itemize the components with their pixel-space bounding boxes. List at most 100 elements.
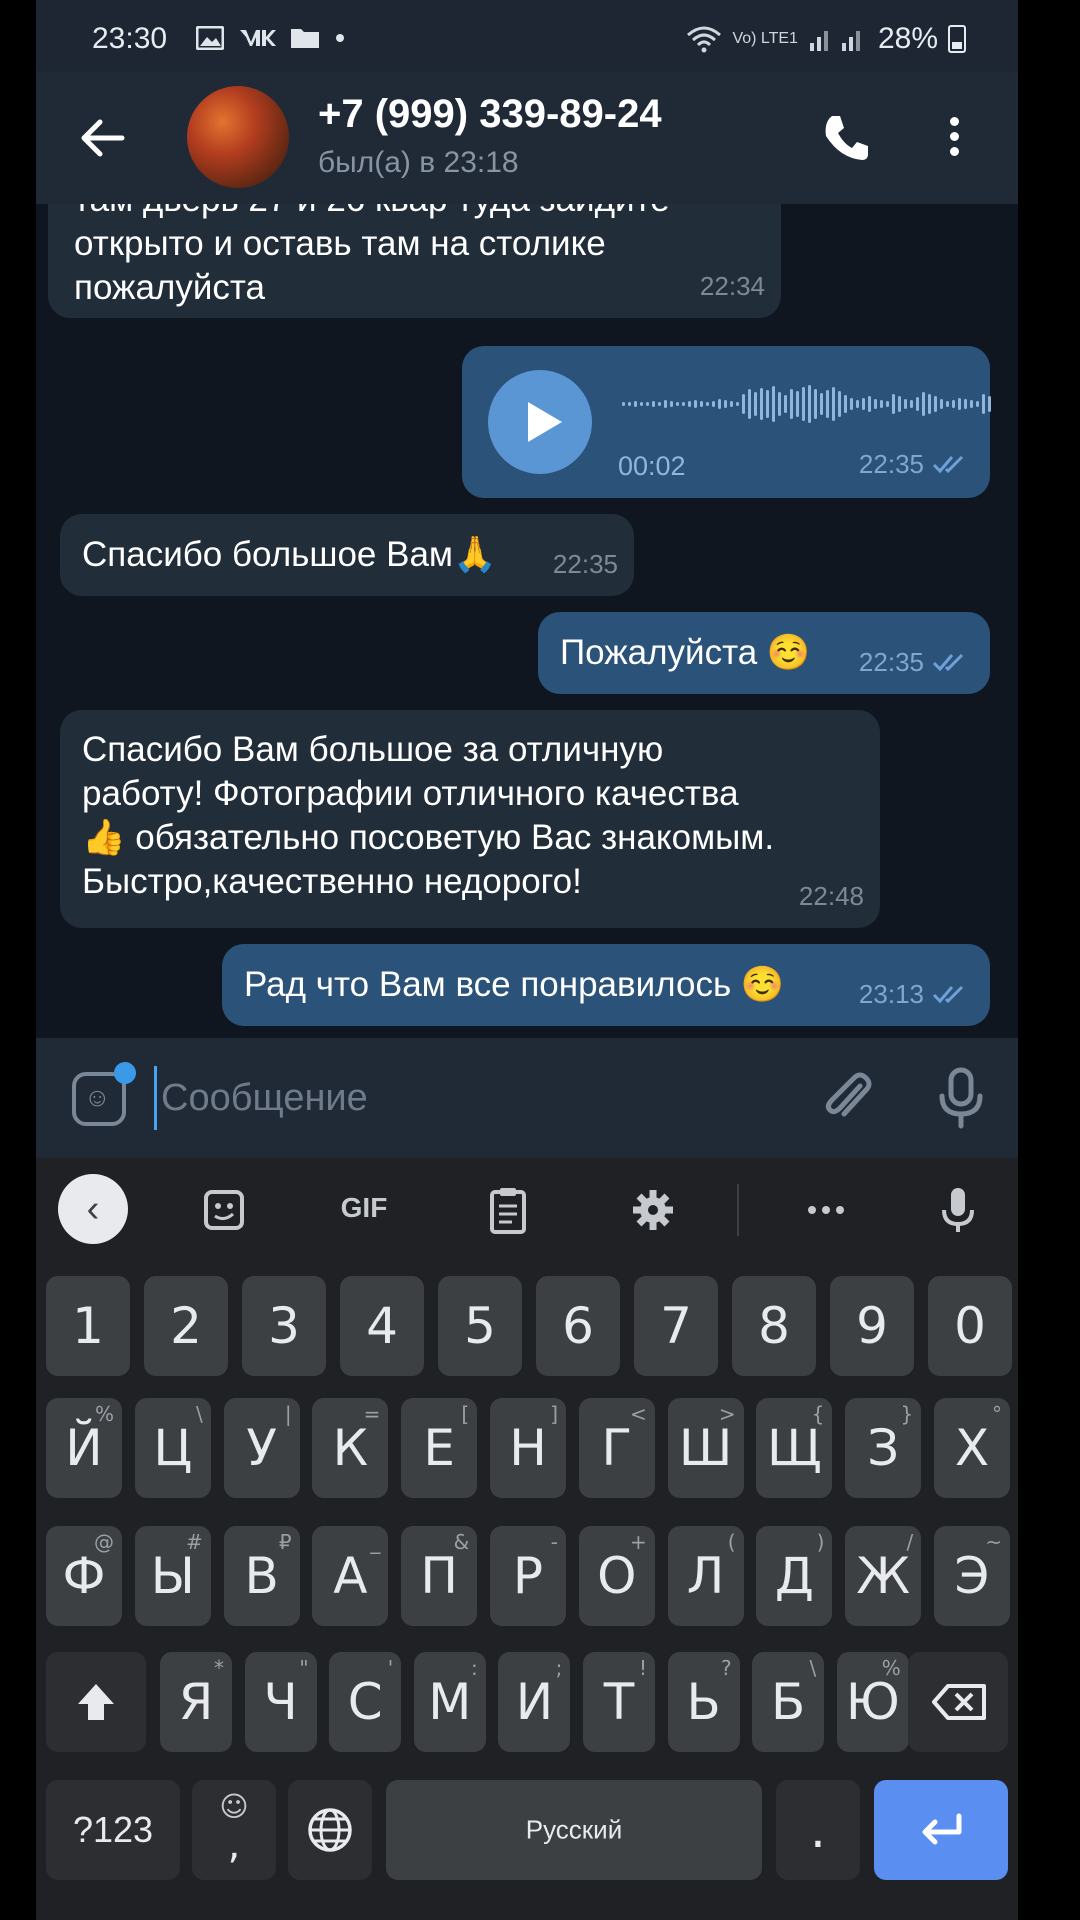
comma-label: , bbox=[227, 1822, 241, 1868]
key-1[interactable]: 1 bbox=[46, 1276, 130, 1376]
key-label: Ш bbox=[678, 1419, 733, 1477]
key-0[interactable]: 0 bbox=[928, 1276, 1012, 1376]
key-М[interactable]: М: bbox=[413, 1652, 486, 1752]
voice-input-icon[interactable] bbox=[940, 1186, 976, 1234]
key-9[interactable]: 9 bbox=[830, 1276, 914, 1376]
key-6[interactable]: 6 bbox=[536, 1276, 620, 1376]
voice-message-outgoing[interactable]: 00:02 22:35 bbox=[462, 346, 991, 498]
clipboard-icon[interactable] bbox=[488, 1186, 528, 1234]
collapse-chevron-icon[interactable]: ‹ bbox=[58, 1174, 128, 1244]
waveform-bar bbox=[844, 395, 847, 413]
message-text: Спасибо Вам большое за отличную bbox=[82, 730, 664, 769]
key-Б[interactable]: Б \ bbox=[752, 1652, 825, 1752]
sticker-icon[interactable]: ☺ bbox=[72, 1062, 136, 1126]
key-О[interactable]: О + bbox=[578, 1526, 655, 1626]
key-Р[interactable]: Р- bbox=[490, 1526, 566, 1626]
key-3[interactable]: 3 bbox=[242, 1276, 326, 1376]
message-outgoing[interactable]: Пожалуйста ☺️ 22:35 bbox=[538, 612, 990, 694]
key-Т[interactable]: Т! bbox=[583, 1652, 655, 1752]
shift-icon[interactable] bbox=[46, 1652, 146, 1752]
key-8[interactable]: 8 bbox=[732, 1276, 816, 1376]
key-2[interactable]: 2 bbox=[144, 1276, 228, 1376]
settings-icon[interactable] bbox=[630, 1186, 676, 1234]
voice-waveform[interactable] bbox=[622, 382, 991, 426]
key-label: О bbox=[597, 1547, 637, 1605]
message-meta: 22:35 bbox=[859, 442, 972, 486]
space-key[interactable]: Русский bbox=[386, 1780, 762, 1880]
back-arrow-icon[interactable] bbox=[74, 110, 130, 166]
waveform-bar bbox=[664, 400, 667, 408]
message-text: открыто и оставь там на столике bbox=[74, 224, 606, 263]
sticker-icon[interactable] bbox=[202, 1186, 246, 1234]
key-Ю[interactable]: Ю% bbox=[836, 1652, 909, 1752]
key-Г[interactable]: Г < bbox=[578, 1398, 655, 1498]
key-Ы[interactable]: Ы # bbox=[134, 1526, 211, 1626]
more-icon[interactable] bbox=[804, 1186, 848, 1234]
key-Н[interactable]: Н] bbox=[490, 1398, 566, 1498]
key-С[interactable]: С ' bbox=[329, 1652, 402, 1752]
waveform-bar bbox=[850, 398, 853, 410]
key-label: К bbox=[332, 1419, 369, 1477]
key-label: П bbox=[420, 1547, 458, 1605]
message-incoming[interactable]: там дверь 27 и 26 квар туда зайдите откр… bbox=[48, 204, 781, 318]
vk-icon bbox=[240, 30, 276, 46]
message-outgoing[interactable]: Рад что Вам все понравилось ☺️ 23:13 bbox=[222, 944, 990, 1026]
globe-icon[interactable] bbox=[288, 1780, 372, 1880]
enter-icon[interactable] bbox=[874, 1780, 1008, 1880]
key-З[interactable]: З} bbox=[845, 1398, 922, 1498]
message-incoming[interactable]: Спасибо Вам большое за отличную работу! … bbox=[60, 710, 880, 928]
key-Е[interactable]: Е[ bbox=[401, 1398, 478, 1498]
message-list: там дверь 27 и 26 квар туда зайдите откр… bbox=[36, 204, 1018, 1038]
key-Щ[interactable]: Щ{ bbox=[756, 1398, 833, 1498]
folder-icon bbox=[291, 29, 319, 48]
waveform-bar bbox=[928, 394, 931, 414]
key-В[interactable]: В ₽ bbox=[223, 1526, 300, 1626]
key-Ф[interactable]: Ф @ bbox=[46, 1526, 122, 1626]
key-Ж[interactable]: Ж / bbox=[845, 1526, 922, 1626]
key-label: 8 bbox=[758, 1297, 790, 1355]
emoji-comma-key[interactable]: ☺, bbox=[192, 1780, 276, 1880]
mic-icon[interactable] bbox=[936, 1066, 986, 1130]
key-5[interactable]: 5 bbox=[438, 1276, 522, 1376]
key-П[interactable]: П & bbox=[401, 1526, 478, 1626]
message-text: 👍 обязательно посоветую Вас знакомым. bbox=[82, 818, 775, 857]
phone-icon[interactable] bbox=[818, 110, 874, 166]
play-icon[interactable] bbox=[488, 370, 592, 474]
key-Д[interactable]: Д) bbox=[756, 1526, 833, 1626]
contact-avatar[interactable] bbox=[187, 86, 289, 188]
waveform-bar bbox=[958, 398, 961, 410]
key-А[interactable]: А _ bbox=[312, 1526, 389, 1626]
waveform-bar bbox=[898, 396, 901, 412]
waveform-bar bbox=[694, 400, 697, 408]
attach-icon[interactable] bbox=[820, 1068, 876, 1128]
key-Л[interactable]: Л( bbox=[667, 1526, 744, 1626]
key-Й[interactable]: Й% bbox=[46, 1398, 122, 1498]
key-Ь[interactable]: Ь? bbox=[667, 1652, 740, 1752]
key-hint: / bbox=[906, 1530, 914, 1554]
key-Ш[interactable]: Ш > bbox=[667, 1398, 744, 1498]
gif-icon[interactable]: GIF bbox=[332, 1192, 396, 1240]
key-label: 2 bbox=[170, 1297, 202, 1355]
backspace-icon[interactable] bbox=[908, 1652, 1008, 1752]
key-Ч[interactable]: Ч " bbox=[244, 1652, 317, 1752]
waveform-bar bbox=[640, 402, 643, 406]
key-label: 5 bbox=[464, 1297, 496, 1355]
more-vert-icon[interactable] bbox=[942, 112, 966, 164]
period-key[interactable]: . bbox=[776, 1780, 860, 1880]
key-7[interactable]: 7 bbox=[634, 1276, 718, 1376]
key-Ц[interactable]: Ц \ bbox=[134, 1398, 211, 1498]
key-label: 9 bbox=[856, 1297, 888, 1355]
contact-name[interactable]: +7 (999) 339-89-24 bbox=[318, 92, 662, 137]
message-incoming[interactable]: Спасибо большое Вам🙏 22:35 bbox=[60, 514, 634, 596]
symbols-key[interactable]: ?123 bbox=[46, 1780, 180, 1880]
key-К[interactable]: К = bbox=[312, 1398, 389, 1498]
key-Я[interactable]: Я * bbox=[160, 1652, 232, 1752]
key-hint: { bbox=[811, 1402, 825, 1426]
key-И[interactable]: И; bbox=[498, 1652, 571, 1752]
waveform-bar bbox=[904, 399, 907, 409]
key-Э[interactable]: Э ~ bbox=[934, 1526, 1010, 1626]
key-Х[interactable]: Х ° bbox=[934, 1398, 1010, 1498]
key-У[interactable]: У | bbox=[223, 1398, 300, 1498]
message-input[interactable] bbox=[154, 1066, 674, 1130]
key-4[interactable]: 4 bbox=[340, 1276, 424, 1376]
